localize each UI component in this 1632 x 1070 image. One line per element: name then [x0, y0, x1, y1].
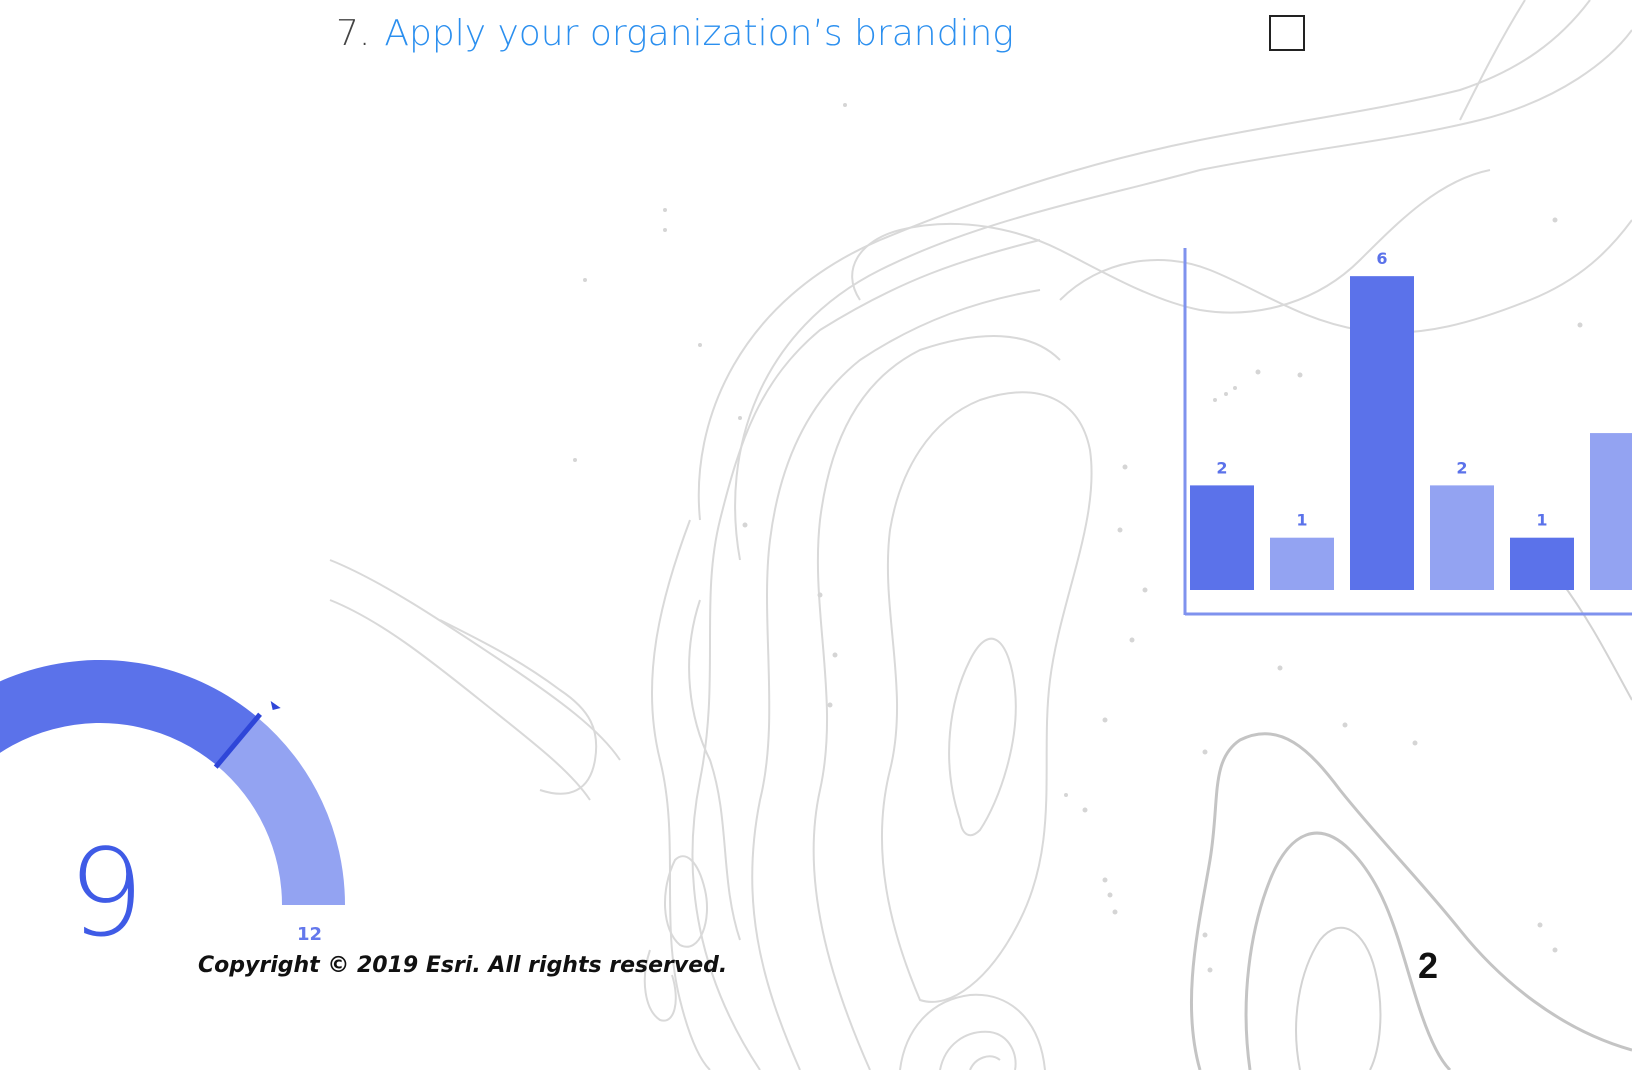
chart-bar: [1510, 537, 1574, 590]
decorative-gauge: 9 12: [0, 660, 345, 964]
page: 2 1 6 2 1 9 12 7. Apply your organization’s …: [0, 0, 1632, 1070]
contour-line: [651, 519, 711, 1070]
contour-line: [329, 559, 621, 761]
gauge-value: 9: [68, 825, 144, 964]
gauge-max-label: 12: [297, 924, 322, 945]
chart-bar-label: 2: [1456, 458, 1467, 477]
contour-line: [439, 619, 598, 795]
copyright-text: Copyright © 2019 Esri. All rights reserv…: [198, 953, 728, 978]
chart-bar-label: 1: [1536, 511, 1547, 530]
checklist-item-7: 7. Apply your organization’s branding: [336, 8, 1014, 58]
contour-line: [1559, 579, 1632, 701]
gauge-filled-arc: [0, 660, 258, 766]
contour-line: [691, 239, 1041, 1070]
contour-line: [1459, 0, 1526, 121]
chart-bar-label: 6: [1376, 249, 1387, 268]
contour-line: [948, 637, 1017, 837]
item-checkbox[interactable]: [1269, 15, 1305, 51]
chart-bar-label: 2: [1216, 458, 1227, 477]
page-number: 2: [1418, 945, 1439, 986]
topographic-contours-dark: [1189, 732, 1632, 1070]
topographic-contours-inner: [1295, 579, 1632, 1070]
apply-branding-link[interactable]: Apply your organization’s branding: [384, 13, 1014, 54]
contour-line: [939, 1030, 1017, 1070]
decorative-bar-chart: 2 1 6 2 1: [1183, 248, 1632, 616]
contour-line: [812, 335, 1061, 1070]
background-art: 2 1 6 2 1 9 12: [0, 0, 1632, 1070]
item-number: 7.: [336, 12, 371, 54]
chart-bar: [1430, 485, 1494, 590]
contour-line-dark: [1189, 732, 1632, 1070]
chart-bar: [1590, 433, 1632, 590]
contour-line: [1059, 219, 1632, 334]
contour-line: [1295, 926, 1382, 1070]
chart-bar: [1350, 276, 1414, 590]
contour-line: [899, 993, 1046, 1070]
chart-bar-label: 1: [1296, 511, 1307, 530]
contour-line: [688, 599, 741, 941]
chart-bar: [1270, 537, 1334, 590]
contour-line: [881, 391, 1093, 1003]
chart-bar: [1190, 485, 1254, 590]
gauge-pointer-icon: [270, 700, 281, 710]
contour-line: [969, 1055, 1001, 1070]
